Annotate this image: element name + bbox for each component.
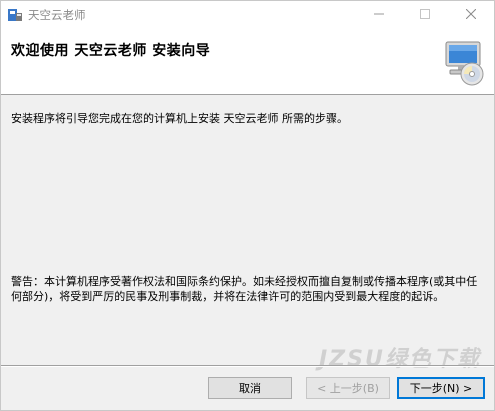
maximize-icon: [420, 9, 430, 22]
close-icon: [465, 8, 477, 22]
maximize-button[interactable]: [402, 1, 448, 30]
back-button[interactable]: < 上一步(B): [306, 377, 390, 399]
installer-app-icon: [7, 7, 23, 23]
computer-cd-icon: [438, 36, 488, 86]
title-bar[interactable]: 天空云老师: [1, 1, 494, 30]
wizard-title: 欢迎使用 天空云老师 安装向导: [11, 43, 211, 59]
installer-window: 天空云老师 欢迎使用 天空云老师 安装向导 安装程序将引导您完成在您的计算机上安…: [0, 0, 495, 411]
cancel-button[interactable]: 取消: [208, 377, 292, 399]
copyright-warning: 警告：本计算机程序受著作权法和国际条约保护。如未经授权而擅自复制或传播本程序(或…: [11, 275, 478, 303]
close-button[interactable]: [448, 1, 494, 30]
intro-text: 安装程序将引导您完成在您的计算机上安装 天空云老师 所需的步骤。: [11, 112, 348, 125]
minimize-icon: [374, 9, 384, 22]
wizard-header: 欢迎使用 天空云老师 安装向导: [1, 30, 494, 95]
watermark: JZSU绿色下载: [319, 347, 481, 372]
window-title: 天空云老师: [28, 8, 86, 22]
next-button[interactable]: 下一步(N) >: [397, 377, 485, 399]
divider: [1, 365, 494, 367]
minimize-button[interactable]: [356, 1, 402, 30]
